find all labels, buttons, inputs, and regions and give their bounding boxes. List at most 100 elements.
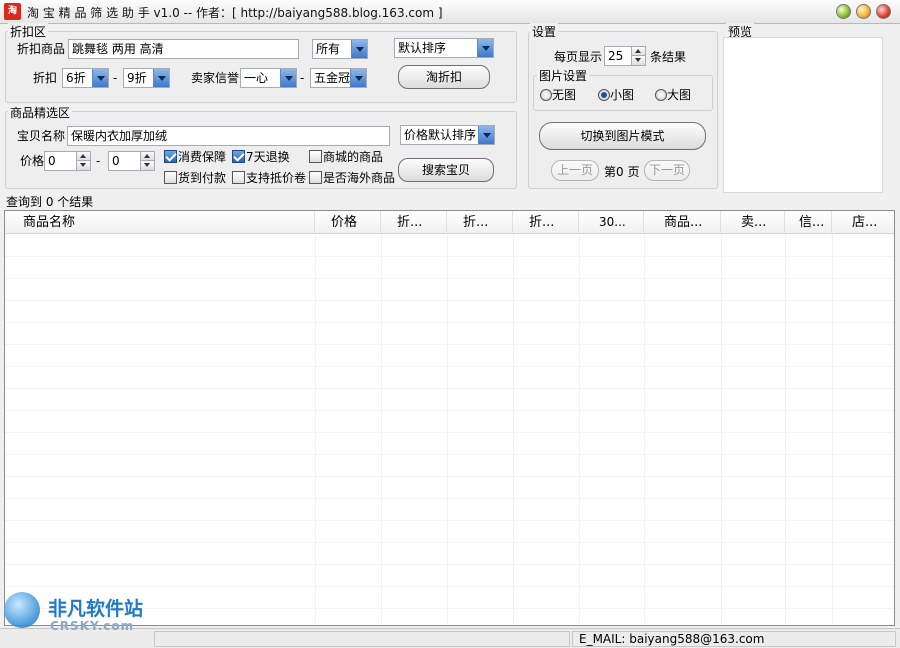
checkbox-checked-icon [232, 150, 245, 163]
chevron-down-icon [478, 126, 494, 144]
grid-row-line [5, 388, 894, 389]
chevron-down-icon [351, 40, 367, 58]
grid-row-line [5, 256, 894, 257]
watermark: 非凡软件站 CRSKY.com [0, 586, 152, 648]
mall-product-checkbox[interactable]: 商城的商品 [309, 150, 383, 166]
discount-from-select[interactable]: 6折 [62, 68, 109, 88]
page-indicator: 第0 页 [604, 165, 640, 179]
app-icon: 淘 [4, 3, 21, 20]
checkbox-checked-icon [164, 150, 177, 163]
status-email: E_MAIL: baiyang588@163.com [572, 631, 896, 647]
credit-from-select[interactable]: 一心 [240, 68, 297, 88]
column-header-price[interactable]: 价格 [315, 211, 381, 234]
price-label: 价格 [20, 154, 45, 168]
price-max-stepper[interactable]: 0 [108, 151, 155, 171]
stepper-up-icon[interactable] [631, 47, 645, 56]
status-cell-empty [154, 631, 570, 647]
discount-group-title: 折扣区 [8, 23, 49, 40]
search-discount-button[interactable]: 淘折扣 [398, 65, 490, 89]
grid-column-line [832, 234, 833, 625]
overseas-product-checkbox[interactable]: 是否海外商品 [309, 171, 395, 187]
grid-row-line [5, 410, 894, 411]
cash-on-delivery-checkbox[interactable]: 货到付款 [164, 171, 226, 187]
stepper-down-icon[interactable] [76, 161, 90, 170]
discount-to-select[interactable]: 9折 [123, 68, 170, 88]
seller-credit-label: 卖家信誉 [191, 71, 240, 85]
per-page-stepper[interactable]: 25 [604, 46, 646, 66]
per-page-suffix: 条结果 [650, 50, 687, 64]
stepper-up-icon[interactable] [76, 152, 90, 161]
chevron-down-icon [280, 69, 296, 87]
credit-to-select[interactable]: 五金冠 [310, 68, 367, 88]
column-header-name[interactable]: 商品名称 [5, 211, 315, 234]
switch-image-mode-button[interactable]: 切换到图片模式 [539, 122, 706, 150]
column-header-discount-2[interactable]: 折... [447, 211, 513, 234]
grid-header: 商品名称 价格 折... 折... 折... 30... 商品... 卖... … [5, 211, 894, 234]
grid-row-line [5, 366, 894, 367]
discount-scope-select[interactable]: 所有 [312, 39, 368, 59]
column-header-product[interactable]: 商品... [644, 211, 721, 234]
grid-row-line [5, 300, 894, 301]
minimize-button[interactable] [836, 4, 851, 19]
grid-row-line [5, 498, 894, 499]
price-min-stepper[interactable]: 0 [44, 151, 91, 171]
grid-column-line [447, 234, 448, 625]
grid-row-line [5, 278, 894, 279]
discount-product-label: 折扣商品 [17, 42, 66, 56]
settings-group-title: 设置 [530, 23, 559, 40]
grid-row-line [5, 344, 894, 345]
window-title: 淘 宝 精 品 筛 选 助 手 v1.0 -- 作者：[ http://baiy… [27, 6, 443, 20]
column-header-seller[interactable]: 卖... [721, 211, 785, 234]
product-name-input[interactable]: 保暖内衣加厚加绒 [67, 126, 390, 146]
column-header-credit[interactable]: 信... [785, 211, 832, 234]
grid-row-line [5, 564, 894, 565]
consumer-protection-checkbox[interactable]: 消费保障 [164, 150, 226, 166]
grid-column-line [579, 234, 580, 625]
radio-selected-icon [598, 89, 610, 101]
column-header-discount-3[interactable]: 折... [513, 211, 579, 234]
radio-icon [655, 89, 667, 101]
discount-range-separator: - [113, 71, 118, 85]
grid-row-line [5, 542, 894, 543]
chevron-down-icon [92, 69, 108, 87]
grid-column-line [315, 234, 316, 625]
results-grid[interactable]: 商品名称 价格 折... 折... 折... 30... 商品... 卖... … [4, 210, 895, 626]
discount-product-input[interactable]: 跳舞毯 两用 高清 [68, 39, 299, 59]
preview-panel [723, 37, 883, 193]
seven-day-return-checkbox[interactable]: 7天退换 [232, 150, 290, 166]
grid-column-line [513, 234, 514, 625]
column-header-thirty-day[interactable]: 30... [579, 211, 644, 234]
price-sort-select[interactable]: 价格默认排序 [400, 125, 495, 145]
grid-column-line [381, 234, 382, 625]
filter-group-title: 商品精选区 [8, 104, 73, 121]
prev-page-button[interactable]: 上一页 [551, 160, 599, 181]
small-image-radio[interactable]: 小图 [598, 88, 634, 104]
column-header-shop[interactable]: 店... [832, 211, 894, 234]
grid-row-line [5, 476, 894, 477]
grid-row-line [5, 432, 894, 433]
stepper-down-icon[interactable] [140, 161, 154, 170]
maximize-button[interactable] [856, 4, 871, 19]
watermark-title: 非凡软件站 [48, 598, 144, 620]
chevron-down-icon [477, 39, 493, 57]
title-bar: 淘 淘 宝 精 品 筛 选 助 手 v1.0 -- 作者：[ http://ba… [0, 0, 900, 24]
close-button[interactable] [876, 4, 891, 19]
discount-sort-select[interactable]: 默认排序 [394, 38, 494, 58]
chevron-down-icon [153, 69, 169, 87]
image-settings-title: 图片设置 [537, 67, 590, 84]
search-product-button[interactable]: 搜索宝贝 [398, 158, 494, 182]
voucher-checkbox[interactable]: 支持抵价卷 [232, 171, 306, 187]
watermark-logo-icon [4, 592, 40, 628]
next-page-button[interactable]: 下一页 [644, 160, 690, 181]
no-image-radio[interactable]: 无图 [540, 88, 576, 104]
grid-column-line [644, 234, 645, 625]
column-header-discount-1[interactable]: 折... [381, 211, 447, 234]
product-name-label: 宝贝名称 [17, 129, 66, 143]
checkbox-icon [164, 171, 177, 184]
grid-row-line [5, 520, 894, 521]
large-image-radio[interactable]: 大图 [655, 88, 691, 104]
checkbox-icon [309, 150, 322, 163]
discount-label: 折扣 [33, 71, 58, 85]
stepper-up-icon[interactable] [140, 152, 154, 161]
stepper-down-icon[interactable] [631, 56, 645, 65]
